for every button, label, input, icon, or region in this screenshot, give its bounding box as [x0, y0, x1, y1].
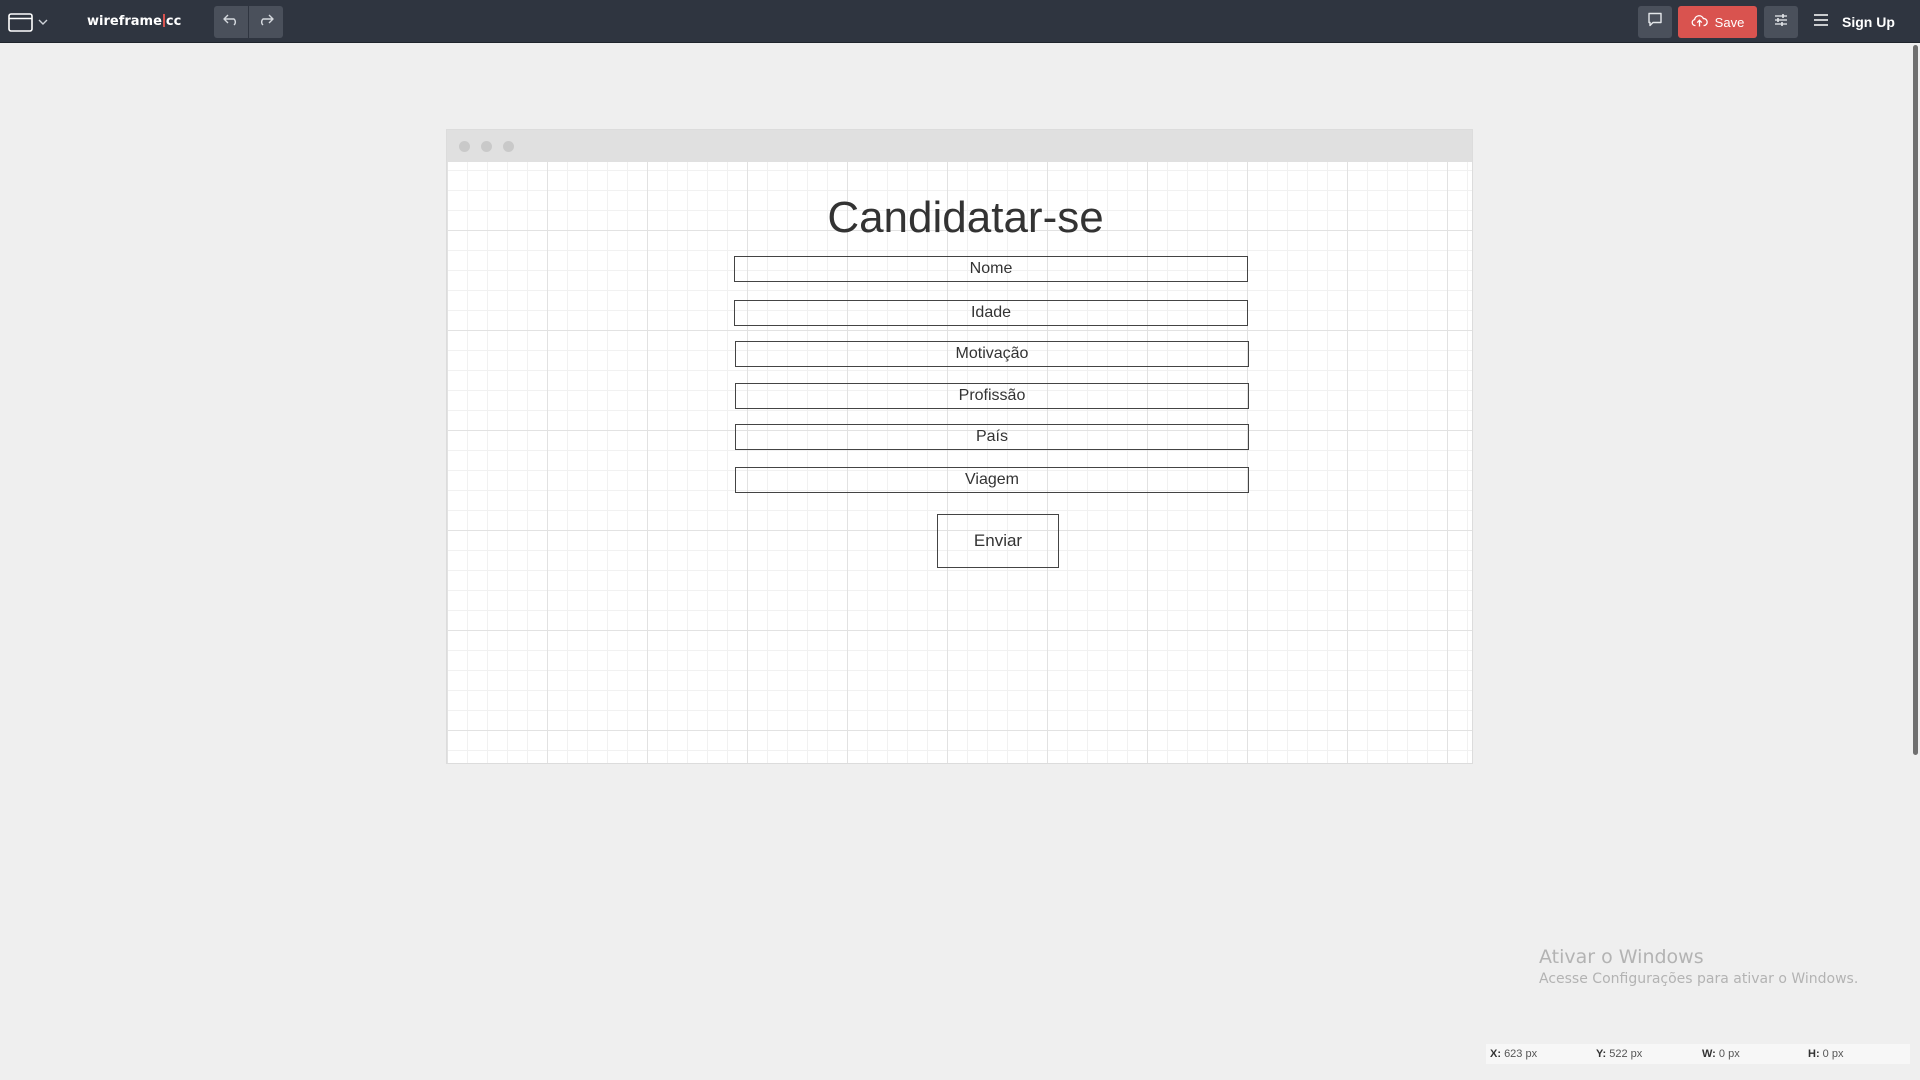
- coordinates-status-bar: X: 623 px Y: 522 px W: 0 px H: 0 px: [1486, 1044, 1910, 1064]
- field-profissao[interactable]: Profissão: [735, 383, 1249, 409]
- chevron-down-icon: [38, 18, 48, 26]
- hamburger-menu-icon: [1813, 13, 1829, 32]
- main-menu-button[interactable]: [1810, 11, 1832, 33]
- status-y-value: 522 px: [1609, 1048, 1643, 1060]
- status-x-label: X:: [1490, 1048, 1501, 1060]
- settings-button[interactable]: [1764, 6, 1798, 38]
- undo-icon: [223, 13, 239, 31]
- form-title[interactable]: Candidatar-se: [447, 190, 1472, 246]
- status-h: H: 0 px: [1808, 1044, 1843, 1064]
- wireframe-canvas[interactable]: Candidatar-se Nome Idade Motivação Profi…: [447, 130, 1472, 763]
- save-button[interactable]: Save: [1678, 6, 1757, 38]
- window-menu-button[interactable]: [8, 11, 54, 33]
- submit-button[interactable]: Enviar: [937, 514, 1059, 568]
- history-button-group: [214, 6, 283, 38]
- field-nome[interactable]: Nome: [734, 256, 1248, 282]
- watermark-subtitle: Acesse Configurações para ativar o Windo…: [1539, 971, 1859, 987]
- undo-button[interactable]: [214, 6, 248, 38]
- status-h-label: H:: [1808, 1048, 1820, 1060]
- logo-text-main: wireframe: [87, 14, 162, 29]
- status-w-value: 0 px: [1718, 1048, 1740, 1060]
- window-dot-icon: [459, 141, 470, 152]
- sign-up-link[interactable]: Sign Up: [1842, 11, 1895, 33]
- redo-button[interactable]: [248, 6, 283, 38]
- status-x-value: 623 px: [1504, 1048, 1538, 1060]
- comment-button[interactable]: [1638, 6, 1672, 38]
- logo-text-suffix: cc: [165, 14, 182, 29]
- status-x: X: 623 px: [1490, 1044, 1537, 1064]
- scrollbar-thumb[interactable]: [1913, 45, 1918, 755]
- sliders-icon: [1773, 12, 1789, 33]
- watermark-title: Ativar o Windows: [1539, 946, 1704, 968]
- redo-icon: [258, 13, 274, 31]
- logo-separator: [162, 14, 165, 27]
- cloud-upload-icon: [1691, 14, 1708, 30]
- top-toolbar: wireframe cc Save Sign Up: [0, 0, 1920, 43]
- field-idade[interactable]: Idade: [734, 300, 1248, 326]
- app-logo: wireframe cc: [87, 13, 181, 31]
- comment-icon: [1647, 12, 1663, 32]
- field-viagem[interactable]: Viagem: [735, 467, 1249, 493]
- field-pais[interactable]: País: [735, 424, 1249, 450]
- browser-frame-titlebar: [447, 130, 1472, 162]
- status-w: W: 0 px: [1702, 1044, 1740, 1064]
- field-motivacao[interactable]: Motivação: [735, 341, 1249, 367]
- browser-window-icon: [8, 12, 33, 32]
- windows-activation-watermark: Ativar o Windows Acesse Configurações pa…: [1539, 945, 1858, 989]
- save-button-label: Save: [1714, 14, 1745, 30]
- window-dot-icon: [503, 141, 514, 152]
- status-y: Y: 522 px: [1596, 1044, 1642, 1064]
- status-h-value: 0 px: [1822, 1048, 1844, 1060]
- vertical-scrollbar[interactable]: [1911, 43, 1920, 1080]
- window-dot-icon: [481, 141, 492, 152]
- status-y-label: Y:: [1596, 1048, 1607, 1060]
- status-w-label: W:: [1702, 1048, 1716, 1060]
